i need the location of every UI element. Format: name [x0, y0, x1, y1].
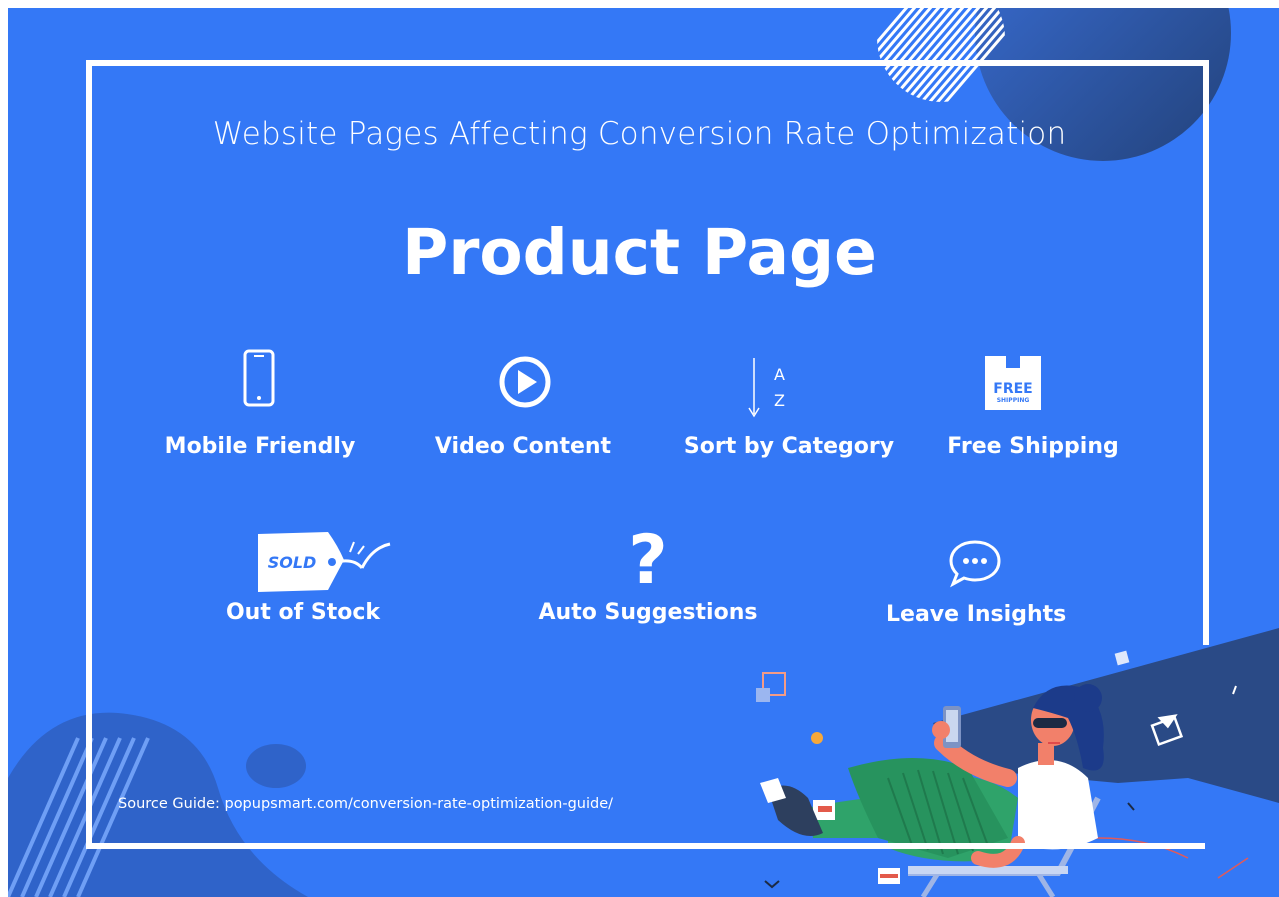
feature-label: Video Content — [434, 434, 612, 459]
feature-label: Out of Stock — [225, 600, 381, 625]
mobile-phone-icon — [243, 349, 275, 407]
page-subtitle: Website Pages Affecting Conversion Rate … — [212, 116, 1067, 152]
sold-tag-icon: SOLD — [258, 532, 391, 592]
feature-label: Free Shipping — [947, 434, 1119, 459]
page-title: Product Page — [402, 216, 877, 289]
feature-video-content: Video Content — [423, 434, 623, 459]
feature-leave-insights: Leave Insights — [886, 602, 1066, 627]
free-text: FREE — [993, 381, 1032, 397]
feature-label: Leave Insights — [886, 602, 1067, 627]
feature-label: Mobile Friendly — [164, 434, 356, 459]
chat-bubble-icon — [949, 540, 1001, 588]
sort-letter-a: A — [774, 365, 785, 384]
free-shipping-box-icon: FREE SHIPPING — [985, 356, 1041, 410]
sort-letter-z: Z — [774, 391, 785, 410]
feature-free-shipping: Free Shipping — [938, 434, 1128, 459]
feature-mobile-friendly: Mobile Friendly — [158, 434, 362, 459]
sold-text: SOLD — [268, 553, 317, 572]
feature-label: Auto Suggestions — [538, 600, 758, 625]
shipping-text: SHIPPING — [997, 397, 1030, 404]
question-mark-icon: ? — [628, 521, 668, 600]
play-circle-icon — [499, 356, 551, 408]
poster-canvas: Website Pages Affecting Conversion Rate … — [8, 8, 1279, 897]
feature-auto-suggestions: Auto Suggestions — [538, 600, 758, 625]
feature-sort-by-category: Sort by Category — [678, 434, 900, 459]
feature-label: Sort by Category — [683, 434, 895, 459]
feature-out-of-stock: Out of Stock — [222, 600, 384, 625]
sort-az-icon: A Z — [748, 358, 785, 418]
source-guide-text: Source Guide: popupsmart.com/conversion-… — [118, 796, 614, 812]
